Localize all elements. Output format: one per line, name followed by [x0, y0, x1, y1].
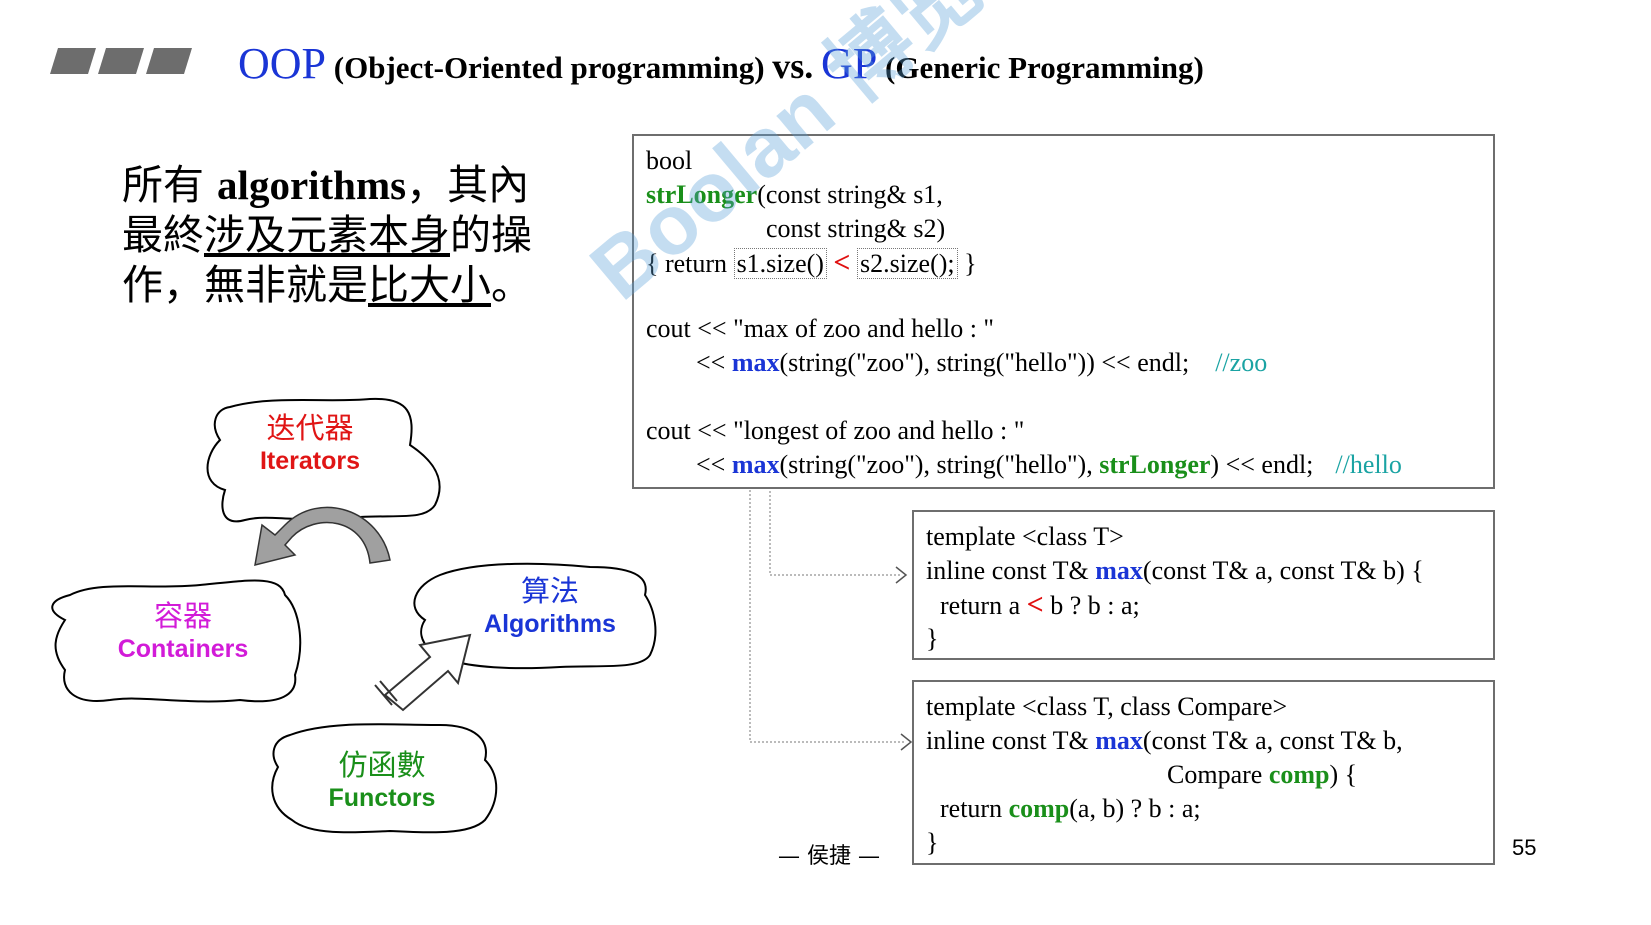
- code-line: { return s1.size() < s2.size(); }: [646, 246, 977, 279]
- code-line: }: [926, 624, 939, 653]
- code-line: const string& s2): [766, 214, 946, 243]
- code-box-strlonger: bool strLonger(const string& s1, const s…: [632, 134, 1495, 489]
- code-line: << max(string("zoo"), string("hello"), s…: [696, 450, 1402, 479]
- code-line: }: [926, 828, 939, 857]
- page-number: 55: [1512, 835, 1537, 860]
- code-line: strLonger(const string& s1,: [646, 180, 943, 209]
- code-line: << max(string("zoo"), string("hello")) <…: [696, 348, 1268, 377]
- code-line: inline const T& max(const T& a, const T&…: [926, 556, 1424, 585]
- code-box-max: template <class T> inline const T& max(c…: [912, 510, 1495, 660]
- code-line: cout << "longest of zoo and hello : ": [646, 416, 1025, 445]
- code-line: inline const T& max(const T& a, const T&…: [926, 726, 1403, 755]
- code-line: cout << "max of zoo and hello : ": [646, 314, 995, 343]
- footer-author: — 侯捷 —: [778, 844, 880, 869]
- code-box-max-compare: template <class T, class Compare> inline…: [912, 680, 1495, 865]
- code-line: bool: [646, 146, 693, 175]
- code-line: return a < b ? b : a;: [940, 588, 1140, 621]
- code-line: Compare comp) {: [1167, 760, 1358, 789]
- code-line: template <class T>: [926, 522, 1124, 551]
- code-line: template <class T, class Compare>: [926, 692, 1288, 721]
- code-line: return comp(a, b) ? b : a;: [940, 794, 1201, 823]
